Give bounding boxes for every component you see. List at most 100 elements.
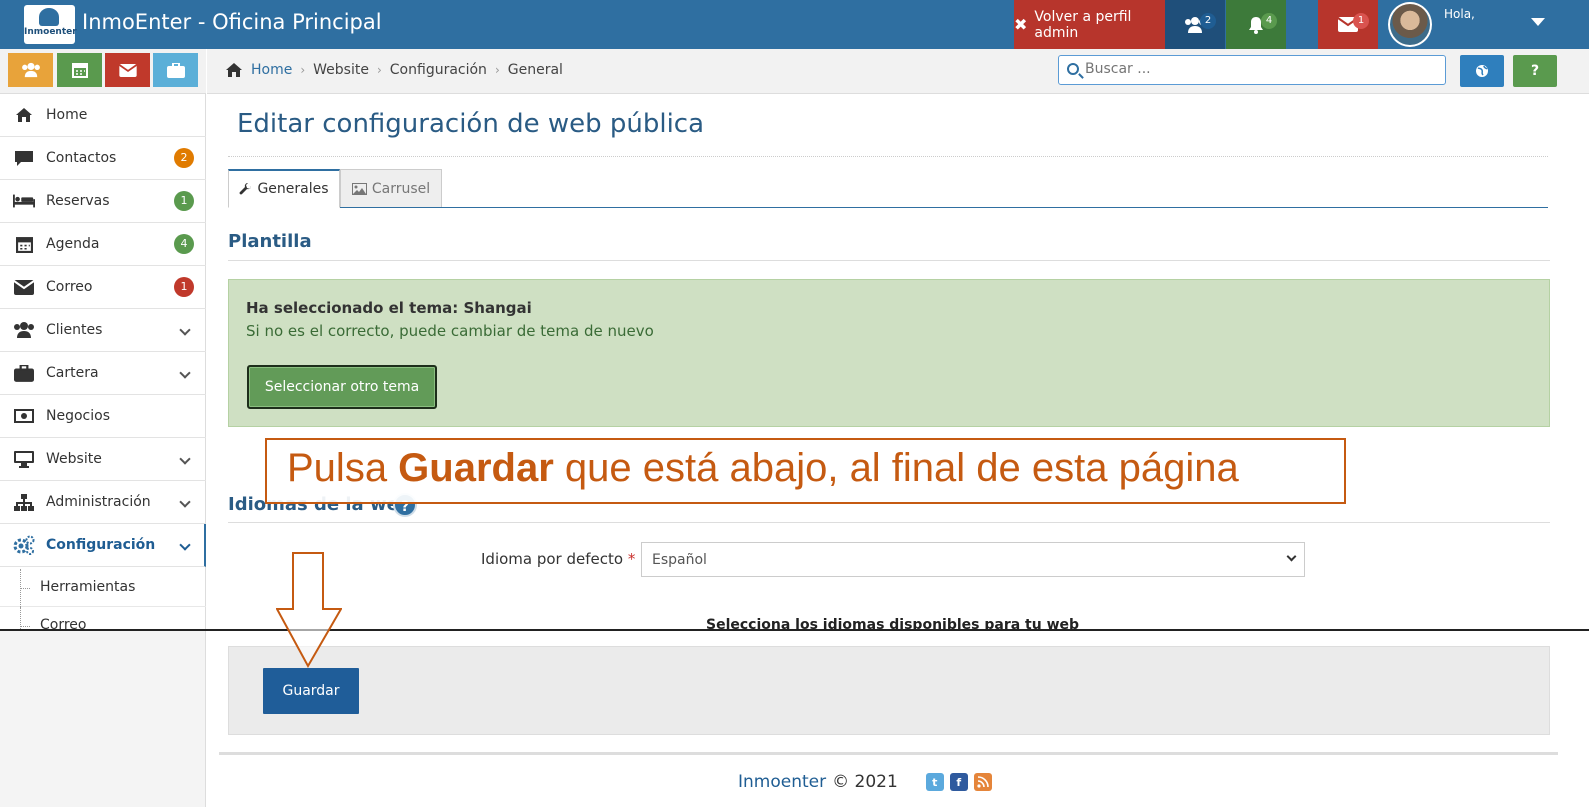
select-theme-button[interactable]: Seleccionar otro tema <box>247 365 437 409</box>
back-to-admin-button[interactable]: ✖ Volver a perfil admin <box>1014 0 1165 49</box>
callout-text: Pulsa Guardar que está abajo, al final d… <box>287 446 1239 491</box>
sidebar-item-label: Reservas <box>46 193 110 209</box>
tab-generales-label: Generales <box>257 181 329 197</box>
facebook-icon[interactable]: f <box>949 773 968 791</box>
bed-icon <box>13 192 35 210</box>
sidebar-item-reservas[interactable]: Reservas 1 <box>0 180 206 223</box>
quick-briefcase-button[interactable] <box>153 53 198 87</box>
wrench-icon <box>240 182 252 194</box>
notifications-counter[interactable]: 4 <box>1226 0 1286 49</box>
callout-post: que está abajo, al final de esta página <box>553 446 1239 490</box>
down-arrow-annotation <box>276 552 342 669</box>
envelope-icon <box>118 63 137 77</box>
search-input[interactable] <box>1085 61 1435 77</box>
question-icon: ? <box>1530 63 1540 79</box>
chevron-down-icon <box>1286 551 1297 562</box>
theme-alert: Ha seleccionado el tema: Shangai Si no e… <box>228 279 1550 427</box>
sidebar-item-label: Negocios <box>46 408 110 424</box>
calendar-icon <box>71 63 88 78</box>
calendar-icon <box>13 235 35 253</box>
users-icon <box>21 62 40 78</box>
cogs-icon <box>13 535 35 555</box>
top-bar: Inmoenter InmoEnter - Oficina Principal … <box>0 0 1589 49</box>
agenda-badge: 4 <box>174 234 194 254</box>
image-icon <box>351 182 367 195</box>
default-language-label-text: Idioma por defecto <box>481 550 624 568</box>
alert-title: Ha seleccionado el tema: Shangai <box>246 299 532 317</box>
breadcrumb-separator: › <box>494 63 500 77</box>
footer-brand[interactable]: Inmoenter <box>738 772 826 792</box>
sidebar-item-label: Agenda <box>46 236 100 252</box>
sitemap-icon <box>13 493 35 511</box>
breadcrumb-separator: › <box>300 63 306 77</box>
sidebar-subitem-herramientas[interactable]: Herramientas <box>0 569 206 607</box>
page-title: Editar configuración de web pública <box>237 109 705 139</box>
mail-counter[interactable]: 1 <box>1318 0 1378 49</box>
breadcrumb-bar: Home › Website › Configuración › General… <box>207 49 1589 94</box>
breadcrumb-configuracion[interactable]: Configuración <box>390 62 487 78</box>
sidebar-item-agenda[interactable]: Agenda 4 <box>0 223 206 266</box>
quick-mail-button[interactable] <box>105 53 150 87</box>
sidebar-lower <box>0 631 206 807</box>
search-box[interactable] <box>1058 55 1446 85</box>
tabs-divider <box>228 207 1548 208</box>
alert-text: Si no es el correcto, puede cambiar de t… <box>246 322 654 340</box>
default-language-select[interactable]: Español <box>641 542 1305 577</box>
quick-calendar-button[interactable] <box>57 53 102 87</box>
quick-buttons <box>0 49 206 94</box>
sidebar-item-website[interactable]: Website <box>0 438 206 481</box>
breadcrumb-general: General <box>507 62 563 78</box>
sidebar-item-correo[interactable]: Correo 1 <box>0 266 206 309</box>
correo-badge: 1 <box>174 277 194 297</box>
callout-pre: Pulsa <box>287 446 399 490</box>
sidebar-item-clientes[interactable]: Clientes <box>0 309 206 352</box>
logo[interactable]: Inmoenter <box>24 5 77 44</box>
comment-icon <box>13 149 35 167</box>
sidebar-item-label: Home <box>46 107 88 123</box>
breadcrumb-separator: › <box>376 63 382 77</box>
chevron-down-icon <box>179 324 191 336</box>
users-counter[interactable]: 2 <box>1165 0 1225 49</box>
sidebar-item-negocios[interactable]: Negocios <box>0 395 206 438</box>
briefcase-icon <box>13 364 35 382</box>
users-count-badge: 2 <box>1200 13 1216 29</box>
sidebar-item-label: Administración <box>46 494 151 510</box>
chevron-down-icon <box>179 367 191 379</box>
rss-icon[interactable] <box>973 773 992 791</box>
users-icon <box>13 321 35 339</box>
sidebar-item-label: Website <box>46 451 102 467</box>
tab-carrusel[interactable]: Carrusel <box>340 169 442 208</box>
sidebar-item-home[interactable]: Home <box>0 94 206 137</box>
chevron-down-icon <box>179 453 191 465</box>
help-button[interactable]: ? <box>1513 55 1557 87</box>
sidebar-item-cartera[interactable]: Cartera <box>0 352 206 395</box>
back-to-admin-label: Volver a perfil admin <box>1034 8 1132 41</box>
briefcase-icon <box>166 62 185 78</box>
app-title: InmoEnter - Oficina Principal <box>82 10 382 34</box>
breadcrumb-website[interactable]: Website <box>313 62 369 78</box>
reservas-badge: 1 <box>174 191 194 211</box>
quick-users-button[interactable] <box>8 53 53 87</box>
sidebar-item-configuracion[interactable]: Configuración <box>0 524 206 567</box>
chevron-down-icon[interactable] <box>1531 18 1545 26</box>
available-languages-label: Selecciona los idiomas disponibles para … <box>706 617 1080 629</box>
sidebar-subitem-correo[interactable]: Correo <box>0 607 206 630</box>
tab-carrusel-label: Carrusel <box>371 180 431 197</box>
footer-copyright: © 2021 <box>832 772 898 792</box>
avatar[interactable] <box>1388 2 1432 47</box>
footer: Inmoenter © 2021 t f <box>738 772 992 792</box>
twitter-icon[interactable]: t <box>925 773 944 791</box>
tab-generales[interactable]: Generales <box>228 169 340 208</box>
required-mark: * <box>627 550 636 568</box>
save-button[interactable]: Guardar <box>263 668 359 714</box>
search-icon <box>1067 63 1079 75</box>
home-icon <box>226 63 242 77</box>
home-icon <box>13 106 35 124</box>
sidebar-item-contactos[interactable]: Contactos 2 <box>0 137 206 180</box>
envelope-icon <box>13 278 35 296</box>
globe-button[interactable] <box>1460 55 1504 87</box>
sidebar-item-administracion[interactable]: Administración <box>0 481 206 524</box>
money-icon <box>13 407 35 425</box>
default-language-value: Español <box>652 552 707 568</box>
breadcrumb-home[interactable]: Home <box>251 62 292 78</box>
